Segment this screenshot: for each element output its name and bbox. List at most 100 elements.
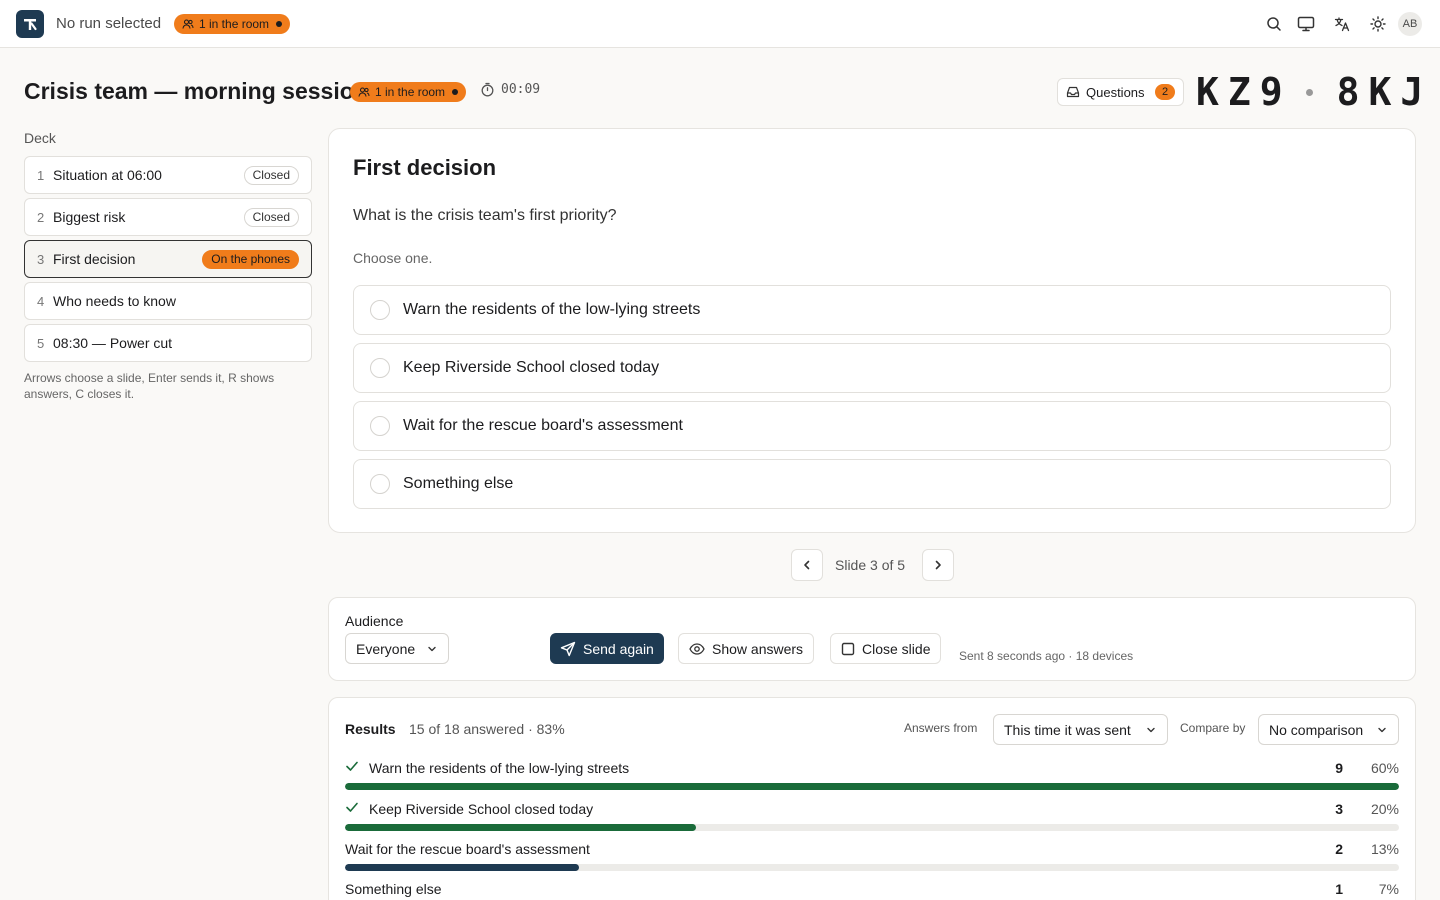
slide-preview: First decision What is the crisis team's… (328, 128, 1416, 533)
check-icon (346, 802, 358, 812)
result-count: 1 (1335, 881, 1343, 897)
chevron-down-icon (1147, 727, 1155, 732)
user-avatar[interactable]: AB (1398, 12, 1422, 36)
translate-icon[interactable] (1332, 14, 1352, 34)
result-bar-track (345, 864, 1399, 871)
audience-select[interactable]: Everyone (345, 633, 449, 664)
answer-option-label: Keep Riverside School closed today (403, 359, 660, 376)
people-icon (358, 87, 370, 97)
live-dot-icon (276, 21, 283, 27)
answer-option-label: Something else (403, 475, 514, 492)
deck-item-2[interactable]: 2 Biggest risk Closed (24, 198, 312, 236)
show-answers-button[interactable]: Show answers (678, 633, 815, 664)
monitor-icon[interactable] (1296, 14, 1316, 34)
inbox-icon (1066, 86, 1080, 98)
result-percent: 20% (1370, 801, 1399, 817)
slide-question: What is the crisis team's first priority… (353, 207, 617, 224)
questions-count-badge: 2 (1155, 84, 1175, 100)
result-bar-fill (345, 783, 1399, 790)
compare-by-select[interactable]: No comparison (1258, 714, 1399, 745)
check-icon (346, 761, 358, 771)
questions-button[interactable]: Questions 2 (1057, 78, 1184, 106)
run-selector-label[interactable]: No run selected (56, 15, 161, 32)
stopwatch-icon (481, 82, 494, 97)
room-code-part-b: 8KJ (1336, 70, 1433, 114)
result-percent: 7% (1378, 881, 1399, 897)
answer-option[interactable]: Warn the residents of the low-lying stre… (353, 285, 1391, 335)
room-count-label: 1 in the room (199, 17, 270, 31)
result-row: Something else 1 7% (345, 880, 1399, 900)
session-room-label: 1 in the room (375, 85, 446, 99)
questions-label: Questions (1086, 84, 1145, 100)
result-bar-fill (345, 864, 579, 871)
answer-option[interactable]: Wait for the rescue board's assessment (353, 401, 1391, 451)
chevron-down-icon (1378, 727, 1386, 732)
results-title: Results (345, 721, 396, 737)
result-bar-track (345, 783, 1399, 790)
close-slide-label: Close slide (862, 640, 931, 657)
next-slide-button[interactable] (922, 549, 954, 581)
result-bar-track (345, 824, 1399, 831)
send-again-button[interactable]: Send again (550, 633, 664, 664)
people-icon (182, 19, 194, 29)
answer-option-label: Warn the residents of the low-lying stre… (403, 301, 701, 318)
room-code: KZ9 8KJ (1196, 70, 1432, 114)
result-label: Something else (345, 881, 442, 897)
top-bar: No run selected 1 in the room AB (0, 0, 1440, 48)
answers-from-value: This time it was sent (1004, 721, 1131, 738)
radio-icon (370, 358, 390, 378)
app-logo[interactable] (16, 10, 44, 38)
slide-title: First decision (353, 155, 497, 180)
status-badge: Closed (243, 165, 299, 185)
close-slide-button[interactable]: Close slide (830, 633, 942, 664)
page-title: Crisis team — morning session (24, 78, 368, 104)
radio-icon (370, 416, 390, 436)
deck-item-label: 08:30 — Power cut (53, 335, 173, 351)
result-count: 9 (1335, 760, 1343, 776)
deck-item-label: First decision (53, 251, 136, 267)
deck-item-1[interactable]: 1 Situation at 06:00 Closed (24, 156, 312, 194)
result-label: Keep Riverside School closed today (369, 801, 594, 817)
search-icon[interactable] (1264, 14, 1284, 34)
chevron-down-icon (428, 646, 436, 651)
sun-icon[interactable] (1368, 14, 1388, 34)
room-code-separator (1305, 88, 1313, 96)
result-count: 3 (1335, 801, 1343, 817)
compare-by-label: Compare by (1180, 721, 1246, 735)
chevron-left-icon (804, 560, 810, 570)
radio-icon (370, 300, 390, 320)
previous-slide-button[interactable] (791, 549, 823, 581)
deck-item-label: Who needs to know (53, 293, 176, 309)
audience-select-value: Everyone (356, 640, 416, 657)
logo-icon (24, 19, 37, 31)
audience-label: Audience (345, 613, 404, 629)
show-answers-label: Show answers (712, 640, 804, 657)
compare-by-value: No comparison (1269, 721, 1364, 738)
deck-item-label: Situation at 06:00 (53, 167, 162, 183)
deck-item-3[interactable]: 3 First decision On the phones (24, 240, 312, 278)
result-bar-fill (345, 824, 696, 831)
send-icon (560, 641, 576, 656)
answer-option[interactable]: Something else (353, 459, 1391, 509)
keyboard-hint: Arrows choose a slide, Enter sends it, R… (24, 371, 275, 401)
slide-counter: Slide 3 of 5 (835, 557, 906, 573)
deck-item-5[interactable]: 5 08:30 — Power cut (24, 324, 312, 362)
answers-from-select[interactable]: This time it was sent (993, 714, 1168, 745)
chevron-right-icon (935, 560, 941, 570)
radio-icon (370, 474, 390, 494)
square-icon (841, 642, 855, 655)
live-dot-icon (452, 89, 459, 95)
answer-option[interactable]: Keep Riverside School closed today (353, 343, 1391, 393)
result-count: 2 (1335, 841, 1343, 857)
session-room-pill: 1 in the room (350, 82, 467, 102)
result-label: Wait for the rescue board's assessment (345, 841, 590, 857)
status-badge: Closed (243, 207, 299, 227)
slide-hint: Choose one. (353, 250, 433, 266)
sent-status: Sent 8 seconds ago · 18 devices (959, 649, 1134, 663)
deck-item-number: 1 (37, 167, 45, 183)
deck-item-4[interactable]: 4 Who needs to know (24, 282, 312, 320)
deck-title: Deck (24, 130, 56, 146)
session-timer: 00:09 (480, 82, 540, 97)
result-row: Warn the residents of the low-lying stre… (345, 759, 1399, 795)
deck-item-label: Biggest risk (53, 209, 126, 225)
